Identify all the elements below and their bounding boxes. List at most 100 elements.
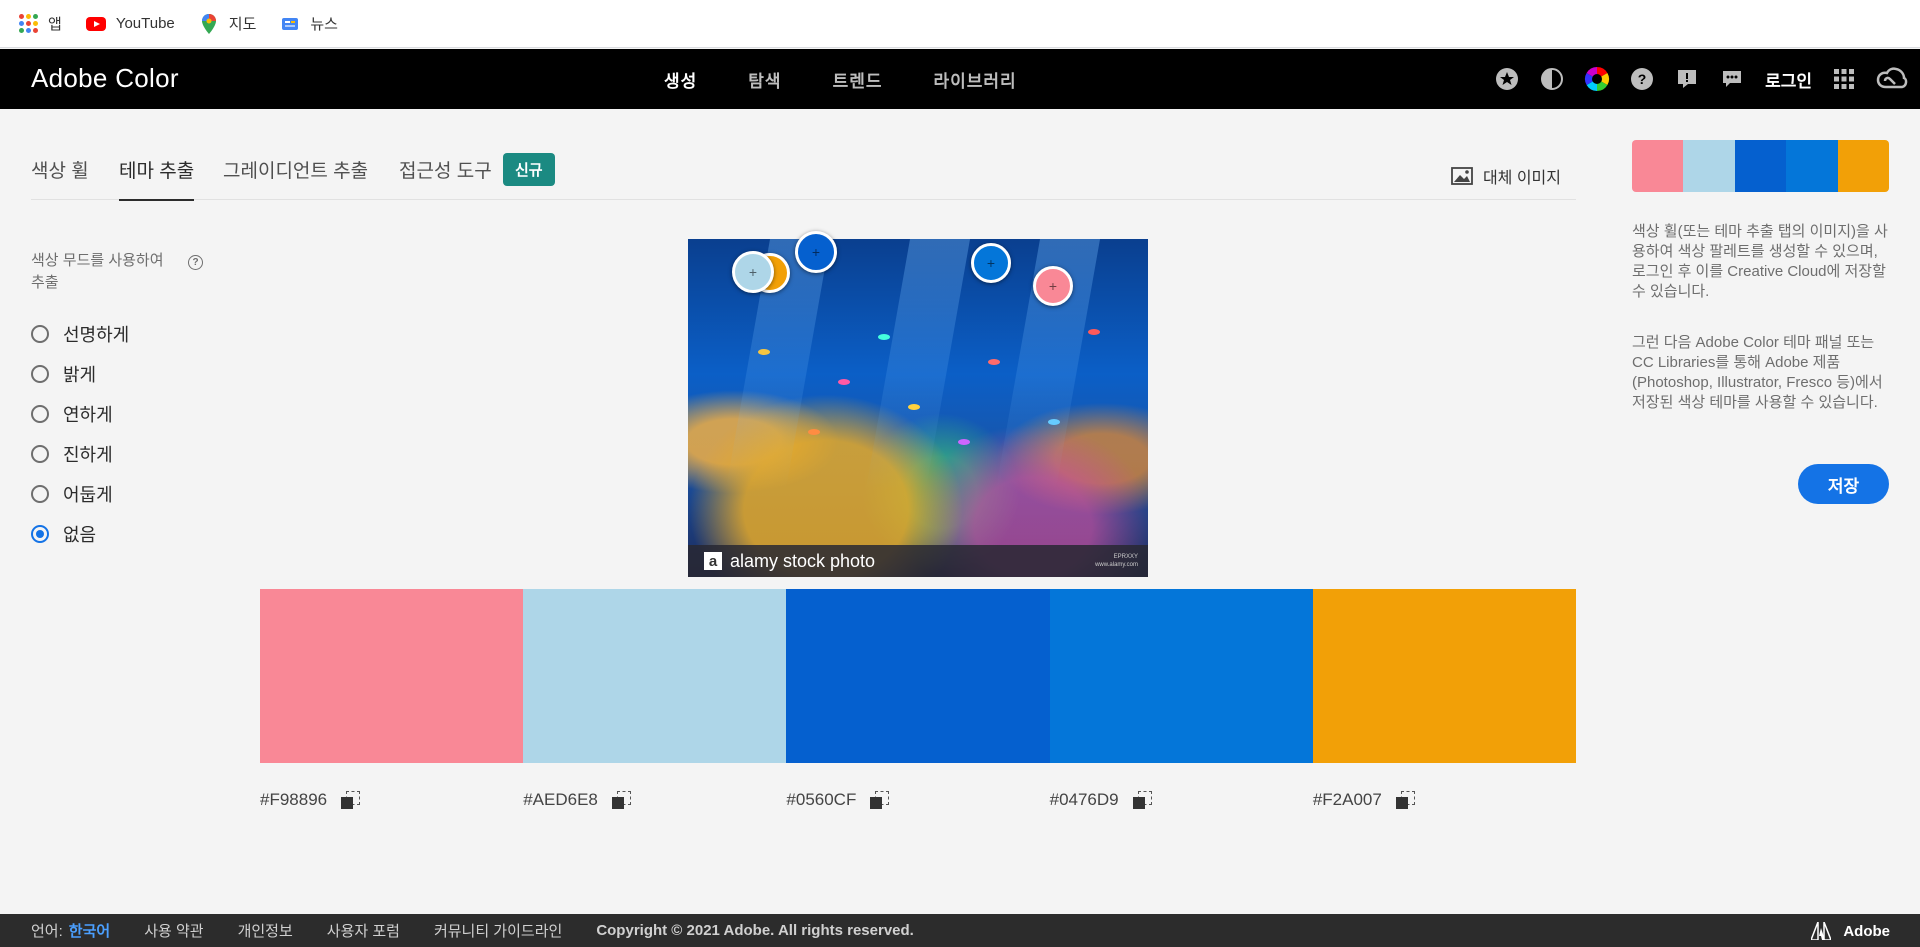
mood-option-vivid[interactable]: 선명하게 [31,314,129,354]
footer: 언어: 한국어 사용 약관 개인정보 사용자 포럼 커뮤니티 가이드라인 Cop… [0,914,1920,947]
footer-link-privacy[interactable]: 개인정보 [238,920,293,941]
color-picker-marker-1[interactable]: + [1033,266,1073,306]
copy-icon[interactable] [611,791,631,809]
mini-palette [1632,140,1889,192]
radio-checked-icon [31,525,49,543]
star-icon[interactable] [1494,66,1520,92]
fish [1048,419,1060,425]
alternate-image-button[interactable]: 대체 이미지 [1451,164,1561,188]
news-icon [280,14,300,34]
swatch-2[interactable] [523,589,787,763]
nav-trends[interactable]: 트렌드 [833,67,883,92]
tab-color-wheel[interactable]: 색상 휠 [31,156,89,199]
alternate-image-label: 대체 이미지 [1482,170,1561,187]
color-picker-marker-2[interactable]: + [732,251,774,293]
bookmark-news[interactable]: 뉴스 [280,13,338,34]
help-icon[interactable]: ? [1629,66,1655,92]
radio-icon [31,405,49,423]
app-logo[interactable]: Adobe Color [31,63,179,94]
subtabs-bar: 색상 휠 테마 추출 그레이디언트 추출 접근성 도구 신규 대체 이미지 [31,150,1576,201]
mood-option-label: 연하게 [63,405,113,425]
maps-pin-icon [199,13,219,34]
login-link[interactable]: 로그인 [1765,67,1812,92]
bookmarks-bar: 앱 YouTube 지도 뉴스 [0,0,1920,48]
hex-value[interactable]: #0560CF [786,790,856,810]
fish [838,379,850,385]
bookmark-label: 지도 [228,16,257,33]
watermark-text: alamy stock photo [730,550,876,571]
hex-cell: #0476D9 [1050,790,1313,810]
swatch-5[interactable] [1312,589,1577,763]
contrast-icon[interactable] [1539,66,1565,92]
radio-icon [31,445,49,463]
footer-link-guidelines[interactable]: 커뮤니티 가이드라인 [434,920,562,941]
copy-icon[interactable] [341,791,361,809]
mood-option-bright[interactable]: 밝게 [31,354,129,394]
tab-accessibility-tools[interactable]: 접근성 도구 [399,156,492,199]
hex-value[interactable]: #F2A007 [1313,790,1382,810]
radio-icon [31,325,49,343]
mood-option-deep[interactable]: 진하게 [31,434,129,474]
mood-help-icon[interactable]: ? [188,255,203,270]
mini-swatch-2 [1683,140,1735,192]
bookmark-apps[interactable]: 앱 [18,13,62,34]
color-picker-marker-3[interactable]: + [795,231,837,273]
alamy-logo: a [704,552,722,570]
fish [878,334,890,340]
nav-explore[interactable]: 탐색 [748,67,781,92]
watermark-url: www.alamy.com [1095,562,1138,568]
mood-option-dark[interactable]: 어둡게 [31,474,129,514]
mood-options: 선명하게 밝게 연하게 진하게 어둡게 없음 [31,314,129,554]
hex-value[interactable]: #0476D9 [1050,790,1119,810]
adobe-logo-icon [1810,921,1833,941]
mood-option-label: 진하게 [63,445,113,465]
creative-cloud-icon[interactable] [1876,66,1908,92]
hex-cell: #AED6E8 [523,790,786,810]
swatch-3[interactable] [786,589,1050,763]
mood-option-label: 없음 [63,525,97,545]
apps-grid-icon [18,14,38,34]
image-icon [1451,167,1473,185]
adobe-brand[interactable]: Adobe [1810,921,1890,941]
watermark-small: EPRXXY www.alamy.com [1095,553,1138,569]
copy-icon[interactable] [1132,791,1152,809]
footer-link-terms[interactable]: 사용 약관 [144,920,203,941]
app-switcher-icon[interactable] [1831,66,1857,92]
tab-extract-theme[interactable]: 테마 추출 [119,156,195,201]
swatch-4[interactable] [1049,589,1313,763]
light-ray [865,239,971,489]
hex-value[interactable]: #AED6E8 [523,790,598,810]
save-description-2: 그런 다음 Adobe Color 테마 패널 또는 CC Libraries를… [1632,334,1883,411]
fish [1088,329,1100,335]
tab-extract-gradient[interactable]: 그레이디언트 추출 [223,156,368,199]
save-description-1: 색상 휠(또는 테마 추출 탭의 이미지)을 사용하여 색상 팔레트를 생성할 … [1632,223,1888,300]
swatch-1[interactable] [260,589,524,763]
bookmark-youtube[interactable]: YouTube [85,14,175,34]
fish [808,429,820,435]
copy-icon[interactable] [870,791,890,809]
main-nav: 생성 탐색 트렌드 라이브러리 [664,49,1068,109]
fish [988,359,1000,365]
color-picker-marker-4[interactable]: + [971,243,1011,283]
footer-link-forum[interactable]: 사용자 포럼 [327,920,400,941]
copy-icon[interactable] [1395,791,1415,809]
mini-swatch-1 [1632,140,1684,192]
mini-swatch-3 [1734,140,1787,192]
mood-option-none[interactable]: 없음 [31,514,129,554]
save-button[interactable]: 저장 [1798,464,1889,504]
chat-icon[interactable] [1719,66,1745,92]
hex-value[interactable]: #F98896 [260,790,327,810]
radio-icon [31,485,49,503]
color-wheel-icon[interactable] [1584,66,1610,92]
language-selector[interactable]: 한국어 [69,920,110,941]
mood-option-muted[interactable]: 연하게 [31,394,129,434]
language-label: 언어: [31,923,63,940]
feedback-icon[interactable] [1674,66,1700,92]
hex-cell: #F2A007 [1313,790,1576,810]
bookmark-maps[interactable]: 지도 [199,13,257,34]
nav-create[interactable]: 생성 [664,67,697,92]
watermark-code: EPRXXY [1113,554,1138,560]
nav-libraries[interactable]: 라이브러리 [933,67,1016,92]
youtube-icon [85,14,106,34]
mini-swatch-5 [1837,140,1889,192]
